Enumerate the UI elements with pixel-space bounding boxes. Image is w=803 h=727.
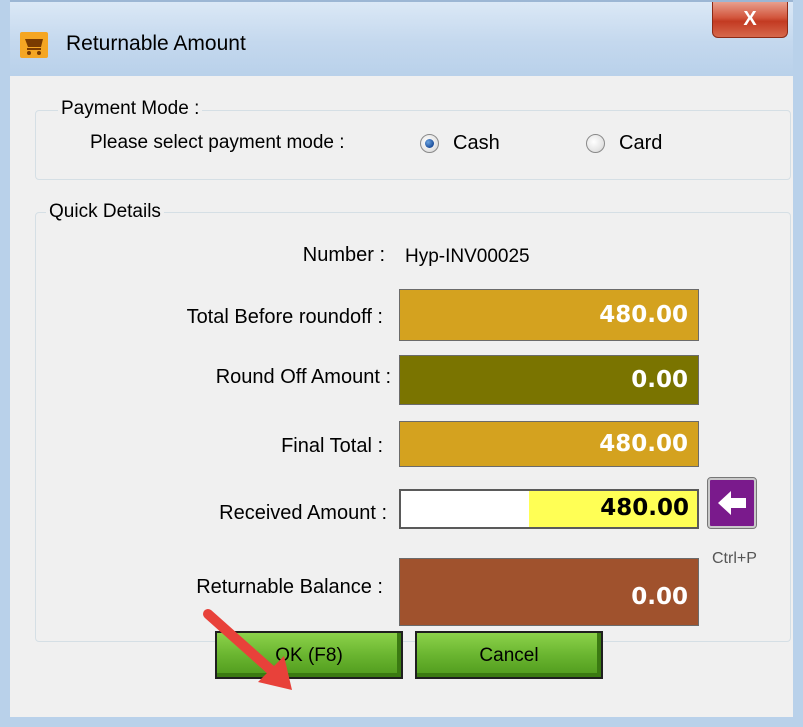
dialog-body: Payment Mode : Please select payment mod…	[10, 76, 793, 717]
close-button[interactable]: X	[712, 2, 788, 38]
cash-radio-label: Cash	[453, 132, 500, 154]
shortcut-hint: Ctrl+P	[712, 550, 757, 567]
card-radio-button[interactable]	[586, 134, 605, 153]
title-bar: Returnable Amount X	[0, 0, 803, 76]
received-amount-label: Received Amount :	[219, 502, 387, 524]
received-amount-input[interactable]: 480.00	[399, 489, 699, 529]
total-before-roundoff-label: Total Before roundoff :	[186, 306, 383, 328]
returnable-amount-window: Returnable Amount X Payment Mode : Pleas…	[0, 0, 803, 727]
number-value: Hyp-INV00025	[405, 246, 530, 267]
red-pointer-arrow-icon	[203, 609, 292, 690]
number-label: Number :	[302, 244, 385, 266]
round-off-amount-label: Round Off Amount :	[215, 366, 391, 388]
shopping-cart-icon	[20, 32, 48, 58]
received-amount-value: 480.00	[600, 495, 689, 521]
final-total-value: 480.00	[399, 421, 699, 467]
quick-details-legend: Quick Details	[46, 201, 164, 223]
final-total-label: Final Total :	[281, 435, 383, 457]
arrow-left-icon	[718, 491, 746, 515]
copy-total-button[interactable]	[707, 477, 757, 529]
round-off-amount-value: 0.00	[399, 355, 699, 405]
returnable-balance-value: 0.00	[399, 558, 699, 626]
cash-radio-option[interactable]: Cash	[420, 132, 500, 155]
payment-mode-prompt: Please select payment mode :	[90, 132, 345, 153]
card-radio-label: Card	[619, 132, 663, 154]
payment-mode-legend: Payment Mode :	[58, 98, 203, 120]
window-title: Returnable Amount	[66, 32, 246, 55]
cancel-button[interactable]: Cancel	[415, 631, 603, 679]
card-radio-option[interactable]: Card	[586, 132, 662, 155]
cash-radio-button[interactable]	[420, 134, 439, 153]
total-before-roundoff-value: 480.00	[399, 289, 699, 341]
